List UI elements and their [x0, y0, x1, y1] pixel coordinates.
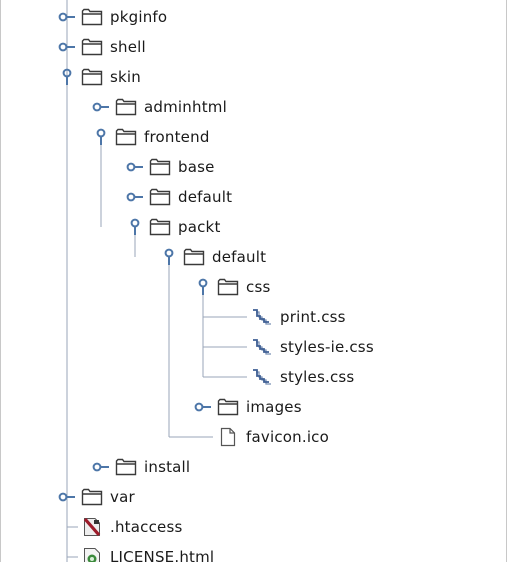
expand-toggle-icon[interactable]	[56, 32, 78, 62]
tree-row[interactable]: shell	[56, 32, 146, 62]
tree-item-label[interactable]: default	[178, 182, 232, 212]
tree-item-label[interactable]: styles-ie.css	[280, 332, 374, 362]
folder-icon	[183, 246, 205, 268]
tree-row[interactable]: print.css	[226, 302, 346, 332]
tree-row[interactable]: install	[90, 452, 190, 482]
tree-row[interactable]: frontend	[90, 122, 210, 152]
tree-item-label[interactable]: install	[144, 452, 190, 482]
toggle-spacer	[226, 332, 248, 362]
folder-icon	[217, 276, 239, 298]
toggle-spacer	[56, 542, 78, 562]
tree-row[interactable]: skin	[56, 62, 141, 92]
tree-item-label[interactable]: favicon.ico	[246, 422, 329, 452]
expand-toggle-icon[interactable]	[90, 92, 112, 122]
tree-item-label[interactable]: var	[110, 482, 135, 512]
folder-icon	[217, 396, 239, 418]
folder-icon	[81, 36, 103, 58]
tree-item-label[interactable]: base	[178, 152, 215, 182]
tree-item-label[interactable]: pkginfo	[110, 2, 167, 32]
tree-row[interactable]: LICENSE.html	[56, 542, 214, 562]
folder-icon	[115, 126, 137, 148]
tree-item-label[interactable]: print.css	[280, 302, 346, 332]
tree-item-label[interactable]: images	[246, 392, 302, 422]
css-file-icon	[251, 336, 273, 358]
css-file-icon	[251, 366, 273, 388]
tree-item-label[interactable]: shell	[110, 32, 146, 62]
folder-icon	[149, 216, 171, 238]
expand-toggle-icon[interactable]	[56, 2, 78, 32]
toggle-spacer	[226, 362, 248, 392]
tree-item-label[interactable]: styles.css	[280, 362, 354, 392]
tree-item-label[interactable]: frontend	[144, 122, 210, 152]
tree-row[interactable]: default	[124, 182, 232, 212]
collapse-toggle-icon[interactable]	[56, 62, 78, 92]
tree-item-label[interactable]: css	[246, 272, 270, 302]
collapse-toggle-icon[interactable]	[124, 212, 146, 242]
folder-icon	[81, 486, 103, 508]
tree-row[interactable]: var	[56, 482, 135, 512]
expand-toggle-icon[interactable]	[56, 482, 78, 512]
htaccess-file-icon	[81, 516, 103, 538]
tree-row[interactable]: styles-ie.css	[226, 332, 374, 362]
tree-row[interactable]: base	[124, 152, 215, 182]
collapse-toggle-icon[interactable]	[158, 242, 180, 272]
folder-icon	[81, 66, 103, 88]
tree-item-label[interactable]: default	[212, 242, 266, 272]
tree-row[interactable]: .htaccess	[56, 512, 183, 542]
toggle-spacer	[56, 512, 78, 542]
toggle-spacer	[226, 302, 248, 332]
toggle-spacer	[192, 422, 214, 452]
folder-icon	[149, 186, 171, 208]
collapse-toggle-icon[interactable]	[192, 272, 214, 302]
tree-item-label[interactable]: .htaccess	[110, 512, 183, 542]
file-icon	[217, 426, 239, 448]
folder-icon	[115, 96, 137, 118]
tree-row[interactable]: styles.css	[226, 362, 354, 392]
html-file-icon	[81, 546, 103, 562]
tree-item-label[interactable]: packt	[178, 212, 221, 242]
tree-row[interactable]: images	[192, 392, 302, 422]
expand-toggle-icon[interactable]	[124, 182, 146, 212]
tree-item-label[interactable]: skin	[110, 62, 141, 92]
tree-row[interactable]: adminhtml	[90, 92, 227, 122]
tree-row[interactable]: css	[192, 272, 270, 302]
collapse-toggle-icon[interactable]	[90, 122, 112, 152]
expand-toggle-icon[interactable]	[90, 452, 112, 482]
folder-icon	[149, 156, 171, 178]
project-file-tree[interactable]: pkginfo shell skin adminhtml frontend base def…	[0, 0, 507, 562]
expand-toggle-icon[interactable]	[124, 152, 146, 182]
folder-icon	[81, 6, 103, 28]
tree-row[interactable]: packt	[124, 212, 221, 242]
tree-item-label[interactable]: LICENSE.html	[110, 542, 214, 562]
tree-row[interactable]: default	[158, 242, 266, 272]
tree-row[interactable]: pkginfo	[56, 2, 167, 32]
css-file-icon	[251, 306, 273, 328]
tree-row[interactable]: favicon.ico	[192, 422, 329, 452]
tree-item-label[interactable]: adminhtml	[144, 92, 227, 122]
expand-toggle-icon[interactable]	[192, 392, 214, 422]
folder-icon	[115, 456, 137, 478]
